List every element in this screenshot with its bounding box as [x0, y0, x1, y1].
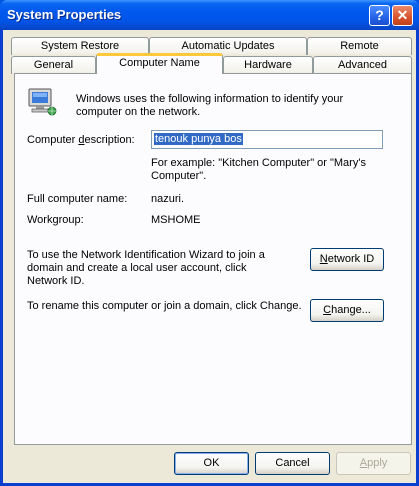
description-example-text: For example: "Kitchen Computer" or "Mary…	[151, 157, 366, 182]
workgroup-value: MSHOME	[151, 214, 201, 226]
system-properties-window: System Properties ? ✕ System Restore Aut…	[0, 0, 419, 486]
intro-text: Windows uses the following information t…	[76, 93, 344, 118]
help-button[interactable]: ?	[369, 5, 390, 26]
cancel-button[interactable]: Cancel	[255, 452, 330, 475]
computer-description-label: Computer description:	[27, 134, 135, 146]
window-title: System Properties	[7, 7, 122, 22]
title-bar[interactable]: System Properties ? ✕	[0, 0, 419, 30]
tab-remote[interactable]: Remote	[307, 37, 412, 55]
full-computer-name-label: Full computer name:	[27, 193, 128, 205]
network-id-instructions: To use the Network Identification Wizard…	[27, 249, 265, 287]
network-id-button[interactable]: Network ID	[310, 248, 384, 271]
tab-hardware[interactable]: Hardware	[223, 56, 313, 74]
computer-name-panel: Windows uses the following information t…	[14, 73, 412, 445]
apply-button[interactable]: Apply	[336, 452, 411, 475]
rename-instructions: To rename this computer or join a domain…	[27, 300, 302, 312]
tab-general[interactable]: General	[11, 56, 96, 74]
computer-network-icon	[25, 86, 57, 118]
computer-description-input[interactable]: tenouk punya bos	[151, 130, 383, 149]
change-button[interactable]: Change...	[310, 299, 384, 322]
tab-computer-name[interactable]: Computer Name	[96, 53, 223, 74]
full-computer-name-value: nazuri.	[151, 193, 185, 205]
close-button[interactable]: ✕	[392, 5, 413, 26]
ok-button[interactable]: OK	[174, 452, 249, 475]
workgroup-label: Workgroup:	[27, 214, 84, 226]
tab-advanced[interactable]: Advanced	[313, 56, 412, 74]
